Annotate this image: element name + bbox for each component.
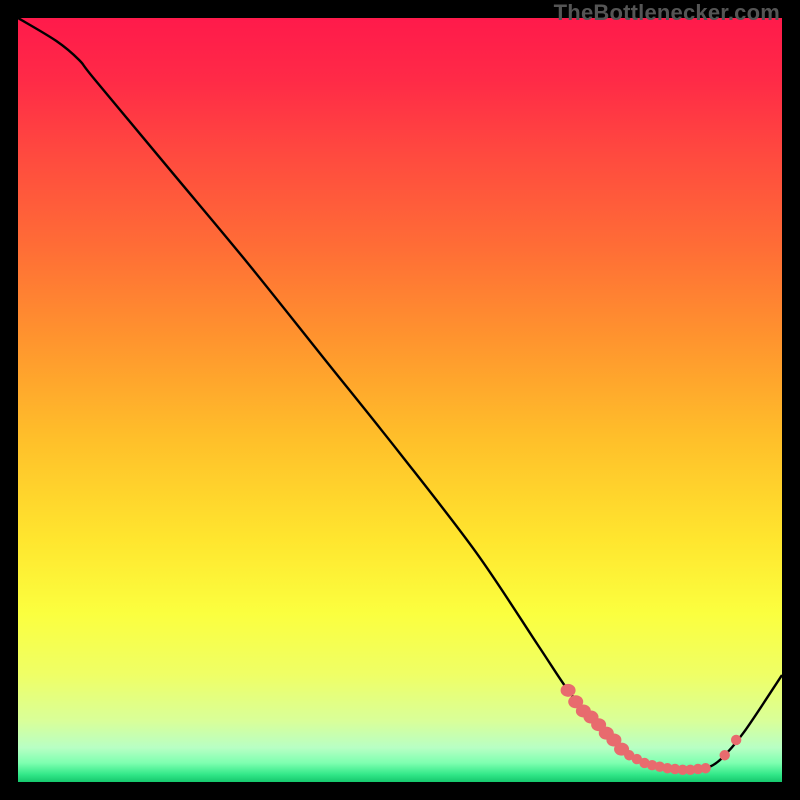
marker-dot xyxy=(700,763,710,773)
chart-frame: TheBottlenecker.com xyxy=(0,0,800,800)
watermark-text: TheBottlenecker.com xyxy=(554,0,780,26)
marker-dot xyxy=(561,684,576,697)
marker-dot xyxy=(731,735,741,745)
optimal-zone-markers xyxy=(561,684,742,775)
marker-dot xyxy=(720,750,730,760)
plot-area xyxy=(18,18,782,782)
bottleneck-curve xyxy=(18,18,782,770)
chart-svg xyxy=(18,18,782,782)
